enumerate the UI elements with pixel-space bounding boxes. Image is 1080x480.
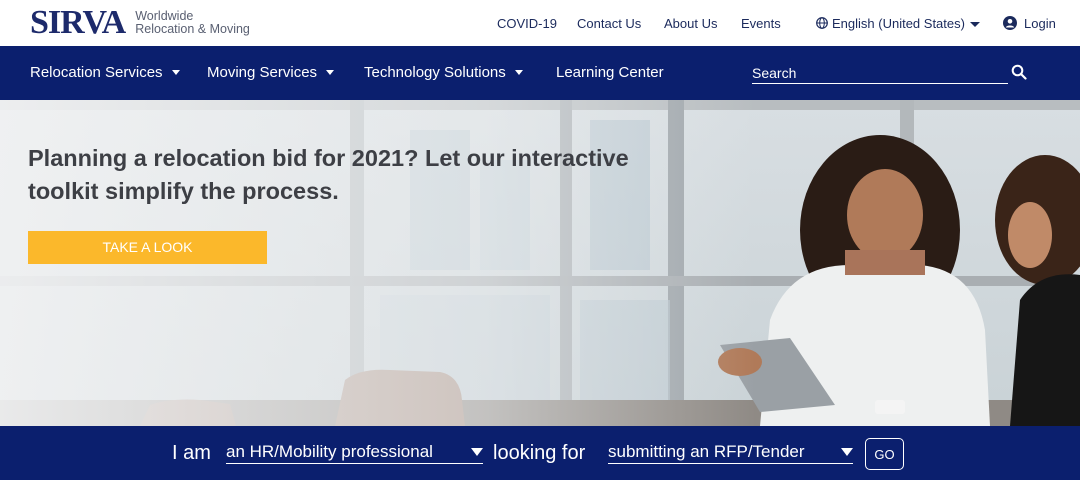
nav-technology-label: Technology Solutions: [364, 64, 506, 81]
globe-icon: [816, 17, 828, 29]
nav-moving-label: Moving Services: [207, 64, 318, 81]
chevron-down-icon: [171, 70, 180, 75]
util-link-contact[interactable]: Contact Us: [577, 16, 641, 31]
chevron-down-icon: [326, 70, 335, 75]
search-input[interactable]: [752, 64, 1008, 82]
nav-learning-center[interactable]: Learning Center: [556, 64, 664, 81]
util-link-covid[interactable]: COVID-19: [497, 16, 557, 31]
nav-relocation-services[interactable]: Relocation Services: [30, 64, 180, 81]
chevron-down-icon[interactable]: [970, 22, 980, 27]
purpose-dropdown[interactable]: submitting an RFP/Tender: [608, 442, 853, 464]
hero-headline: Planning a relocation bid for 2021? Let …: [28, 145, 629, 204]
i-am-label: I am: [172, 442, 211, 464]
search-icon[interactable]: [1011, 64, 1027, 80]
role-dropdown-value: an HR/Mobility professional: [226, 442, 433, 461]
audience-selector-bar: I am an HR/Mobility professional looking…: [0, 426, 1080, 480]
chevron-down-icon: [514, 70, 523, 75]
nav-technology-solutions[interactable]: Technology Solutions: [364, 64, 523, 81]
purpose-dropdown-value: submitting an RFP/Tender: [608, 442, 805, 461]
util-link-about[interactable]: About Us: [664, 16, 717, 31]
login-link[interactable]: Login: [1024, 16, 1056, 31]
logo-tagline: Worldwide Relocation & Moving: [135, 10, 250, 36]
take-a-look-button[interactable]: TAKE A LOOK: [28, 231, 267, 264]
sirva-logo[interactable]: SIRVA Worldwide Relocation & Moving: [30, 4, 250, 42]
nav-learning-label: Learning Center: [556, 64, 664, 81]
nav-relocation-label: Relocation Services: [30, 64, 163, 81]
top-utility-bar: SIRVA Worldwide Relocation & Moving COVI…: [0, 0, 1080, 46]
user-icon: [1003, 16, 1017, 30]
logo-wordmark: SIRVA: [30, 4, 126, 41]
chevron-down-icon: [471, 448, 483, 456]
language-selector[interactable]: English (United States): [832, 16, 965, 31]
main-navigation: Relocation Services Moving Services Tech…: [0, 46, 1080, 100]
looking-for-label: looking for: [493, 442, 586, 464]
go-button[interactable]: GO: [865, 438, 904, 470]
search-field: [752, 64, 1008, 84]
logo-tagline-line2: Relocation & Moving: [135, 22, 250, 36]
hero-banner: Planning a relocation bid for 2021? Let …: [0, 100, 1080, 426]
util-link-events[interactable]: Events: [741, 16, 781, 31]
chevron-down-icon: [841, 448, 853, 456]
nav-moving-services[interactable]: Moving Services: [207, 64, 335, 81]
role-dropdown[interactable]: an HR/Mobility professional: [226, 442, 483, 464]
